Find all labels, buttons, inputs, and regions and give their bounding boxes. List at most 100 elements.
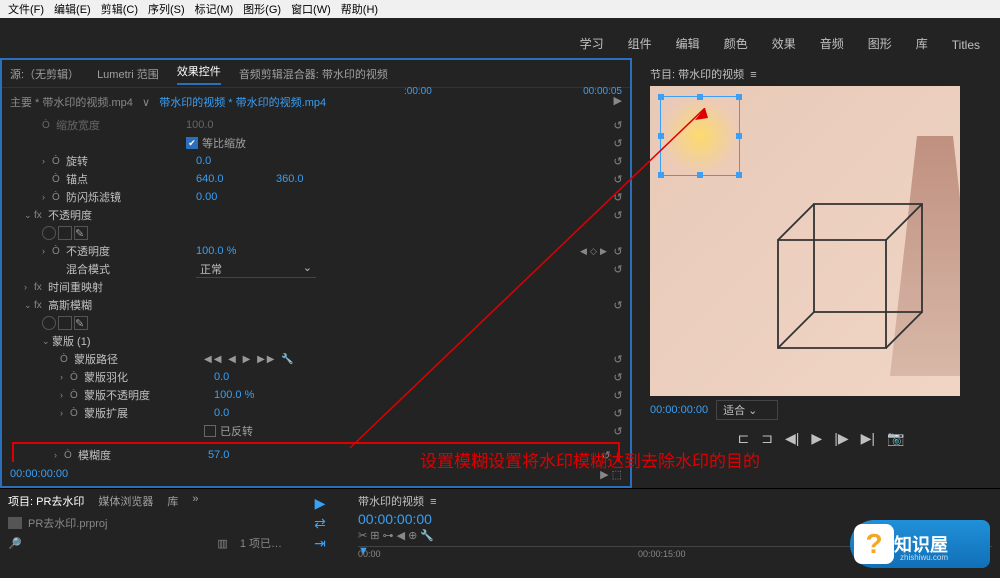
panel-menu-icon[interactable]: » xyxy=(192,493,198,509)
menu-sequence[interactable]: 序列(S) xyxy=(144,1,189,17)
tab-graphics[interactable]: 图形 xyxy=(856,29,904,58)
mask-tracking-controls[interactable]: ◀◀ ◀ ▶ ▶▶ 🔧 xyxy=(204,354,296,365)
scale-w-value[interactable]: 100.0 xyxy=(186,119,266,131)
fx-badge-icon[interactable]: fx xyxy=(34,210,48,221)
opacity-value[interactable]: 100.0 % xyxy=(196,245,276,257)
program-monitor[interactable] xyxy=(650,86,960,396)
tab-project[interactable]: 项目: PR去水印 xyxy=(8,493,84,509)
reset-icon[interactable]: ↺ xyxy=(610,209,626,222)
tab-lumetri[interactable]: Lumetri 范围 xyxy=(97,66,159,82)
ripple-tool-icon[interactable]: ⇄ xyxy=(310,515,330,531)
rect-mask-icon[interactable] xyxy=(58,316,72,330)
filter-icon[interactable]: ▥ xyxy=(217,537,227,550)
chevron-right-icon[interactable]: › xyxy=(60,372,70,382)
mask-feather-value[interactable]: 0.0 xyxy=(214,371,294,383)
tab-editing[interactable]: 编辑 xyxy=(664,29,712,58)
tab-assembly[interactable]: 组件 xyxy=(616,29,664,58)
ellipse-mask-icon[interactable] xyxy=(42,226,56,240)
anchor-y[interactable]: 360.0 xyxy=(276,173,356,185)
stopwatch-icon[interactable]: Ò xyxy=(42,120,56,131)
tab-library[interactable]: 库 xyxy=(904,29,940,58)
stopwatch-icon[interactable]: Ò xyxy=(52,156,66,167)
menu-graphics[interactable]: 图形(G) xyxy=(239,1,285,17)
menu-help[interactable]: 帮助(H) xyxy=(337,1,382,17)
stopwatch-icon[interactable]: Ò xyxy=(52,246,66,257)
tab-color[interactable]: 颜色 xyxy=(712,29,760,58)
chevron-right-icon[interactable]: › xyxy=(60,390,70,400)
tab-media-browser[interactable]: 媒体浏览器 xyxy=(98,493,153,509)
reset-icon[interactable]: ↺ xyxy=(610,263,626,276)
stopwatch-icon[interactable]: Ò xyxy=(60,354,74,365)
chevron-down-icon[interactable]: ⌄ xyxy=(24,210,34,221)
reset-icon[interactable]: ↺ xyxy=(610,137,626,150)
blurriness-value[interactable]: 57.0 xyxy=(208,449,288,461)
reset-icon[interactable]: ↺ xyxy=(610,173,626,186)
fx-badge-icon[interactable]: fx xyxy=(34,300,48,311)
rect-mask-icon[interactable] xyxy=(58,226,72,240)
tab-learn[interactable]: 学习 xyxy=(568,29,616,58)
reset-icon[interactable]: ↺ xyxy=(610,407,626,420)
tab-titles[interactable]: Titles xyxy=(940,32,992,58)
zoom-fit-dropdown[interactable]: 适合 ⌄ xyxy=(716,400,778,420)
prev-keyframe-icon[interactable]: ◀ xyxy=(580,246,590,257)
keyframe-icon[interactable]: ◇ xyxy=(590,246,600,257)
chevron-right-icon[interactable]: › xyxy=(60,408,70,418)
mark-out-icon[interactable]: ⊐ xyxy=(761,430,773,447)
reset-icon[interactable]: ↺ xyxy=(610,299,626,312)
menu-edit[interactable]: 编辑(E) xyxy=(50,1,95,17)
reset-icon[interactable]: ↺ xyxy=(610,155,626,168)
program-time[interactable]: 00:00:00:00 xyxy=(650,404,708,416)
pen-mask-icon[interactable]: ✎ xyxy=(74,316,88,330)
tab-effects[interactable]: 效果 xyxy=(760,29,808,58)
reset-icon[interactable]: ↺ xyxy=(610,353,626,366)
step-fwd-icon[interactable]: |▶ xyxy=(834,430,848,447)
stopwatch-icon[interactable]: Ò xyxy=(70,408,84,419)
stopwatch-icon[interactable]: Ò xyxy=(70,372,84,383)
menu-marker[interactable]: 标记(M) xyxy=(191,1,238,17)
stopwatch-icon[interactable]: Ò xyxy=(52,174,66,185)
reset-icon[interactable]: ↺ xyxy=(610,389,626,402)
chevron-right-icon[interactable]: › xyxy=(54,450,64,460)
flicker-value[interactable]: 0.00 xyxy=(196,191,276,203)
play-icon[interactable]: ▶ xyxy=(811,430,822,447)
mask-selection[interactable] xyxy=(660,96,740,176)
end-icon[interactable]: ▶| xyxy=(861,430,875,447)
anchor-x[interactable]: 640.0 xyxy=(196,173,276,185)
chevron-right-icon[interactable]: › xyxy=(42,192,52,202)
menu-file[interactable]: 文件(F) xyxy=(4,1,48,17)
chevron-right-icon[interactable]: › xyxy=(42,156,52,166)
blend-mode-dropdown[interactable]: 正常⌄ xyxy=(196,261,316,278)
pen-mask-icon[interactable]: ✎ xyxy=(74,226,88,240)
tab-mixer[interactable]: 音频剪辑混合器: 带水印的视频 xyxy=(239,66,388,82)
reset-icon[interactable]: ↺ xyxy=(610,371,626,384)
menu-window[interactable]: 窗口(W) xyxy=(287,1,335,17)
uniform-scale-checkbox[interactable]: ✔ xyxy=(186,137,198,149)
chevron-right-icon[interactable]: › xyxy=(42,246,52,256)
rate-stretch-icon[interactable]: ⇥ xyxy=(310,535,330,551)
tab-libraries[interactable]: 库 xyxy=(167,493,178,509)
mask-expand-value[interactable]: 0.0 xyxy=(214,407,294,419)
reset-icon[interactable]: ↺ xyxy=(610,119,626,132)
menu-clip[interactable]: 剪辑(C) xyxy=(97,1,142,17)
stopwatch-icon[interactable]: Ò xyxy=(70,390,84,401)
next-keyframe-icon[interactable]: ▶ xyxy=(600,246,610,257)
reset-icon[interactable]: ↺ xyxy=(610,245,626,258)
current-time[interactable]: 00:00:00:00 xyxy=(10,468,68,480)
tab-source[interactable]: 源:（无剪辑） xyxy=(10,66,79,82)
ellipse-mask-icon[interactable] xyxy=(42,316,56,330)
rotation-value[interactable]: 0.0 xyxy=(196,155,276,167)
step-back-icon[interactable]: ◀| xyxy=(785,430,799,447)
mark-in-icon[interactable]: ⊏ xyxy=(738,430,750,447)
inverted-checkbox[interactable] xyxy=(204,425,216,437)
stopwatch-icon[interactable]: Ò xyxy=(52,192,66,203)
search-icon[interactable]: 🔎 xyxy=(8,537,22,550)
chevron-right-icon[interactable]: › xyxy=(24,282,34,292)
chevron-down-icon[interactable]: ⌄ xyxy=(42,336,52,347)
export-frame-icon[interactable]: 📷 xyxy=(887,430,904,447)
chevron-down-icon[interactable]: ⌄ xyxy=(24,300,34,311)
reset-icon[interactable]: ↺ xyxy=(610,425,626,438)
reset-icon[interactable]: ↺ xyxy=(610,191,626,204)
tab-effect-controls[interactable]: 效果控件 xyxy=(177,63,221,85)
selection-tool-icon[interactable]: ▶ xyxy=(310,495,330,511)
mask-opacity-value[interactable]: 100.0 % xyxy=(214,389,294,401)
